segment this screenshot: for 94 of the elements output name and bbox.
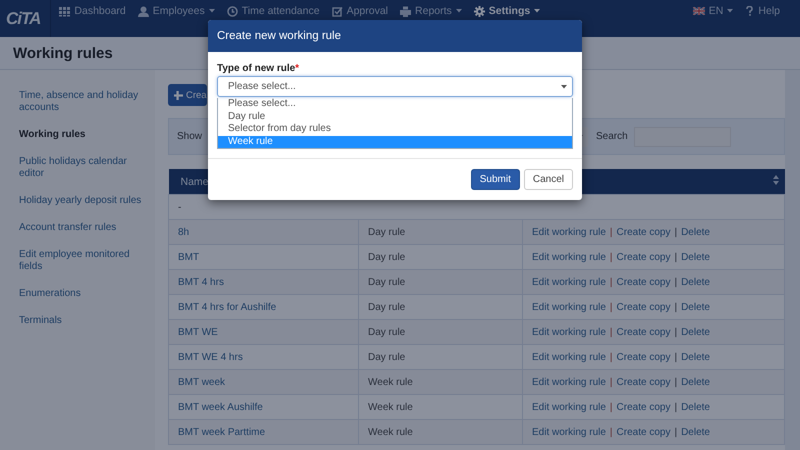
- action-link[interactable]: Create copy: [616, 226, 670, 238]
- separator: |: [610, 326, 613, 338]
- page-title: Working rules: [13, 44, 113, 62]
- flag-icon: [692, 7, 705, 15]
- action-link[interactable]: Delete: [681, 276, 710, 288]
- separator: |: [610, 252, 613, 262]
- plus-icon: [174, 90, 183, 100]
- separator: |: [610, 276, 613, 288]
- clock-icon: [226, 6, 238, 16]
- separator: |: [674, 402, 678, 412]
- action-link[interactable]: Delete: [681, 352, 710, 362]
- separator: |: [674, 352, 678, 362]
- action-link[interactable]: Create copy: [616, 426, 670, 438]
- separator: |: [674, 276, 678, 288]
- action-link[interactable]: Delete: [681, 326, 710, 338]
- gear-icon: [474, 6, 485, 16]
- rule-name-link[interactable]: BMT 4 hrs: [178, 276, 224, 288]
- rule-name-link[interactable]: BMT: [178, 252, 200, 262]
- help-icon: [745, 6, 754, 16]
- action-link[interactable]: Delete: [681, 252, 710, 262]
- dropdown-option[interactable]: Week rule: [218, 136, 572, 148]
- caret-icon: [561, 84, 567, 88]
- person-icon: [138, 6, 149, 16]
- separator: |: [674, 302, 678, 312]
- separator: |: [674, 226, 678, 238]
- sidebar-item[interactable]: Time, absence and holiday accounts: [0, 90, 155, 114]
- action-link[interactable]: Edit working rule: [532, 352, 606, 362]
- sidebar-item[interactable]: Edit employee monitored fields: [0, 249, 155, 273]
- rule-name-link[interactable]: BMT week: [178, 376, 226, 388]
- sidebar-item[interactable]: Public holidays calendar editor: [0, 156, 155, 180]
- action-link[interactable]: Create copy: [616, 352, 670, 362]
- action-link[interactable]: Create copy: [616, 402, 670, 412]
- separator: |: [674, 326, 678, 338]
- nav-menu-item[interactable]: Employees: [138, 5, 215, 17]
- action-link[interactable]: Create copy: [616, 326, 670, 338]
- nav-menu-item[interactable]: Time attendance: [226, 5, 320, 17]
- submit-button[interactable]: Submit: [470, 169, 520, 190]
- sidebar-item[interactable]: Working rules: [0, 129, 155, 141]
- separator: |: [674, 376, 678, 388]
- grid-icon: [59, 6, 70, 16]
- nav-menu-item[interactable]: Reports: [400, 5, 462, 17]
- rule-name-link[interactable]: BMT WE: [178, 326, 218, 338]
- sidebar-item[interactable]: Enumerations: [0, 288, 155, 300]
- separator: |: [610, 352, 613, 362]
- action-link[interactable]: Delete: [681, 402, 710, 412]
- printer-icon: [400, 6, 412, 16]
- sidebar-item[interactable]: Terminals: [0, 315, 155, 327]
- separator: |: [610, 226, 613, 238]
- dropdown-option[interactable]: Please select...: [218, 98, 572, 110]
- separator: |: [610, 302, 613, 312]
- separator: |: [610, 426, 613, 438]
- nav-menu-item[interactable]: Approval: [332, 5, 388, 17]
- rule-type-select[interactable]: Please select...: [217, 76, 573, 97]
- separator: |: [674, 426, 678, 438]
- checkbox-icon: [332, 6, 343, 16]
- action-link[interactable]: Delete: [681, 426, 710, 438]
- modal-title: Create new working rule: [217, 30, 342, 42]
- help-link[interactable]: Help: [745, 5, 780, 17]
- action-link[interactable]: Edit working rule: [532, 302, 606, 312]
- separator: |: [610, 402, 613, 412]
- action-link[interactable]: Create copy: [616, 276, 670, 288]
- nav-menu-item[interactable]: Dashboard: [59, 5, 126, 17]
- create-button[interactable]: Crea: [168, 84, 207, 106]
- nav-menu-item[interactable]: Settings: [474, 5, 540, 17]
- table-cell: Week rule: [358, 420, 522, 444]
- action-link[interactable]: Edit working rule: [532, 326, 606, 338]
- action-link[interactable]: Edit working rule: [532, 402, 606, 412]
- sidebar-item[interactable]: Holiday yearly deposit rules: [0, 195, 155, 207]
- caret-icon: [727, 9, 734, 13]
- search-label: Search: [596, 131, 628, 142]
- action-link[interactable]: Create copy: [616, 302, 670, 312]
- action-link[interactable]: Edit working rule: [532, 276, 606, 288]
- rule-name-link[interactable]: BMT WE 4 hrs: [178, 352, 243, 362]
- field-label: Type of new rule*: [217, 63, 300, 74]
- action-link[interactable]: Edit working rule: [532, 376, 606, 388]
- action-link[interactable]: Delete: [681, 226, 710, 238]
- sidebar-item[interactable]: Account transfer rules: [0, 222, 155, 234]
- language-menu[interactable]: EN: [692, 5, 734, 17]
- action-link[interactable]: Edit working rule: [532, 226, 606, 238]
- rule-name-link[interactable]: 8h: [178, 226, 190, 238]
- action-link[interactable]: Edit working rule: [532, 426, 606, 438]
- cancel-button[interactable]: Cancel: [524, 169, 573, 190]
- dropdown-option[interactable]: Day rule: [218, 110, 572, 123]
- dropdown-option[interactable]: Selector from day rules: [218, 123, 572, 136]
- action-link[interactable]: Edit working rule: [532, 252, 606, 262]
- sort-icon: [772, 175, 778, 185]
- action-link[interactable]: Create copy: [616, 376, 670, 388]
- rule-name-link[interactable]: BMT week Aushilfe: [178, 402, 263, 412]
- separator: |: [674, 252, 678, 262]
- action-link[interactable]: Delete: [681, 302, 710, 312]
- show-label: Show: [177, 131, 202, 142]
- action-link[interactable]: Create copy: [616, 252, 670, 262]
- separator: |: [610, 376, 613, 388]
- action-link[interactable]: Delete: [681, 376, 710, 388]
